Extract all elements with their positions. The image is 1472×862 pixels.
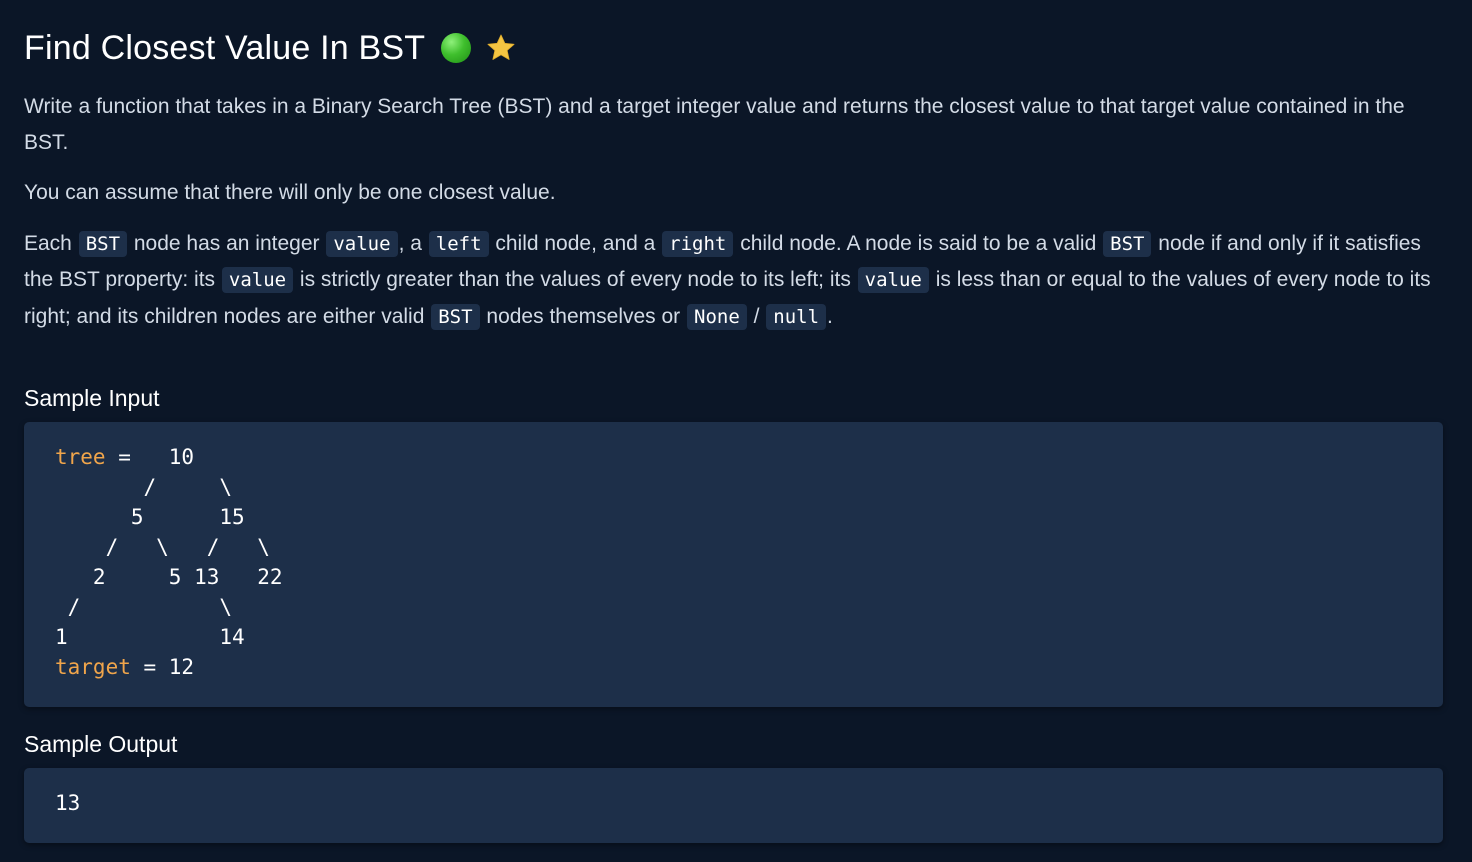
target-value: = 12 (130, 655, 195, 679)
sample-input-code: tree = 10 / \ 5 15 / \ / \ 2 5 13 22 / \… (55, 442, 1443, 682)
sample-input-heading: Sample Input (24, 385, 160, 411)
inline-code-value: value (326, 230, 398, 257)
sample-input-code-block[interactable]: tree = 10 / \ 5 15 / \ / \ 2 5 13 22 / \… (24, 422, 1443, 707)
text-span: / (747, 304, 766, 328)
text-span: nodes themselves or (480, 304, 686, 328)
text-span: child node. A node is said to be a valid (734, 231, 1103, 255)
description-paragraph-3: Each BST node has an integer value, a le… (24, 226, 1444, 336)
inline-code-none: None (687, 303, 747, 330)
inline-code-left: left (428, 230, 489, 257)
description-paragraph-2: You can assume that there will only be o… (24, 181, 556, 204)
inline-code-bst: BST (1103, 230, 1152, 257)
text-span: Each (24, 231, 78, 255)
description-paragraph-1: Write a function that takes in a Binary … (24, 95, 1405, 154)
inline-code-bst: BST (78, 230, 128, 257)
text-span: node has an integer (128, 231, 326, 255)
inline-code-value: value (857, 267, 929, 293)
inline-code-bst: BST (431, 303, 480, 330)
inline-code-value: value (221, 267, 294, 293)
title-row: Find Closest Value In BST (24, 24, 1444, 72)
text-span: is strictly greater than the values of e… (294, 268, 857, 291)
star-icon[interactable] (485, 32, 517, 64)
inline-code-right: right (662, 230, 734, 257)
problem-page: Find Closest Value In BST Write a functi… (0, 0, 1472, 862)
sample-output-value: 13 (55, 791, 81, 815)
inline-code-null: null (766, 303, 827, 330)
tree-keyword: tree (55, 445, 106, 469)
page-title: Find Closest Value In BST (24, 28, 426, 67)
difficulty-green-circle-icon (441, 33, 472, 63)
text-span: , a (398, 231, 428, 255)
tree-root-line: = 10 (105, 445, 195, 469)
sample-output-code-block[interactable]: 13 (24, 768, 1443, 843)
text-span: . (827, 304, 833, 328)
tree-diagram-lines: / \ 5 15 / \ / \ 2 5 13 22 / \ 1 14 (55, 475, 283, 649)
text-span: child node, and a (489, 231, 662, 255)
target-keyword: target (55, 655, 131, 679)
sample-output-heading: Sample Output (24, 731, 178, 757)
